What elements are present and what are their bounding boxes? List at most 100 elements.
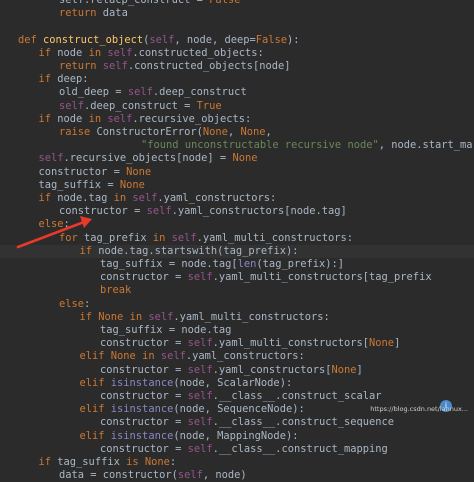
code-token: for [59,231,85,244]
code-token: .recursive_objects[node] = [63,152,233,165]
code-line[interactable]: if None in self.yaml_multi_constructors: [0,311,474,324]
code-line[interactable]: raise ConstructorError(None, None, [0,126,474,139]
code-line[interactable] [0,20,474,33]
code-token: self [187,271,213,284]
code-line[interactable]: elif isinstance(node, MappingNode): [0,430,474,443]
code-token: self [160,350,186,363]
code-token: "found unconstructable recursive node" [141,139,379,152]
code-token: self [107,112,133,125]
code-token: in [88,112,108,125]
code-token: ] [394,337,401,350]
code-token: False [255,33,288,46]
code-token: .deep_construct [152,86,247,99]
code-token: .constructed_objects[node] [127,60,291,72]
code-token: isinstance [110,429,174,442]
code-token: self [187,363,213,376]
code-line[interactable]: return self.constructed_objects[node] [0,60,474,73]
code-line[interactable]: constructor = self.yaml_multi_constructo… [0,271,474,284]
code-line[interactable]: tag_suffix = node.tag[len(tag_prefix):] [0,258,474,271]
code-line[interactable]: data = constructor(self, node) [0,469,474,482]
code-token: self [146,205,172,218]
code-line[interactable]: for tag_prefix in self.yaml_multi_constr… [0,232,474,245]
code-token: elif [79,403,111,416]
code-token: .__class__.construct_scalar [212,390,382,402]
code-token: if [38,192,58,204]
code-token: self [107,46,133,59]
code-token: if [79,310,99,323]
code-token: in [113,192,133,204]
code-line[interactable]: constructor = self.__class__.construct_m… [0,443,474,456]
code-token: tag_suffix = node.tag [100,324,232,336]
code-token: data = constructor( [59,469,178,482]
code-line[interactable]: def construct_object(self, node, deep=Fa… [0,34,474,47]
code-token: , node) [202,469,247,482]
code-token: None [98,310,130,323]
code-token: constructor = [100,442,188,455]
code-token: , node, deep= [174,33,256,46]
code-token: node [57,112,89,125]
code-line[interactable]: elif None in self.yaml_constructors: [0,350,474,363]
code-line[interactable]: self.retacp_construct = False [0,0,474,7]
code-line[interactable]: if node in self.recursive_objects: [0,113,474,126]
code-token: else [59,297,85,310]
code-token: self [187,416,213,429]
code-line[interactable]: tag_suffix = node.tag [0,324,474,337]
code-token: len [237,258,257,270]
code-token: .constructed_objects: [132,46,264,59]
code-line[interactable]: constructor = self.yaml_constructors[nod… [0,205,474,218]
code-line[interactable]: if deep: [0,73,474,86]
code-token: deep: [57,73,89,86]
code-token: data [102,7,128,20]
code-line[interactable]: self.recursive_objects[node] = None [0,152,474,165]
code-token: ] [356,363,363,376]
code-line[interactable]: break [0,284,474,297]
code-line[interactable]: elif isinstance(node, ScalarNode): [0,377,474,390]
code-token: None [110,350,143,363]
code-token: : [63,218,70,231]
code-token: self [171,231,197,244]
code-line[interactable]: constructor = self.yaml_constructors[Non… [0,364,474,377]
code-token: construct_object [43,33,144,46]
code-token: (node, SequenceNode): [173,403,305,416]
code-token: node.tag [57,192,114,204]
code-token: constructor = [100,363,188,376]
code-line[interactable]: return data [0,7,474,20]
code-token: = [196,0,210,6]
code-token: None [232,152,258,165]
code-line[interactable]: if tag_suffix is None: [0,456,474,469]
code-token: tag_prefix [84,231,153,244]
code-token: break [100,284,132,297]
code-token: in [152,231,172,244]
code-line[interactable]: constructor = self.yaml_multi_constructo… [0,337,474,350]
code-token: .deep_construct = [84,99,197,112]
code-token: tag_suffix = [38,178,120,191]
code-line[interactable]: constructor = self.__class__.construct_s… [0,416,474,429]
code-line[interactable]: self.deep_construct = True [0,100,474,113]
code-token: None [331,363,357,376]
code-token: None [126,165,152,178]
code-line[interactable]: if node.tag.startswith(tag_prefix): [0,244,474,258]
code-line[interactable]: constructor = self.__class__.construct_s… [0,390,474,403]
code-line[interactable]: else: [0,218,474,231]
code-line[interactable]: if node.tag in self.yaml_constructors: [0,192,474,205]
code-line[interactable]: constructor = None [0,166,474,179]
code-token: in [129,310,149,323]
code-token: constructor = [100,390,188,402]
code-token: old_deep = [59,86,128,99]
code-editor[interactable]: self.retacp_construct = False return data… [0,0,474,481]
code-token: in [142,350,161,363]
code-line[interactable]: old_deep = self.deep_construct [0,86,474,99]
code-line[interactable]: "found unconstructable recursive node", … [0,139,474,152]
code-line[interactable]: tag_suffix = None [0,179,474,192]
code-token: self [59,99,85,112]
code-token: isinstance [110,403,174,416]
code-token: None [240,126,266,138]
code-token: self.retacp_construct [59,0,197,6]
code-token: self [187,390,213,402]
code-token: elif [79,350,111,363]
code-line[interactable]: else: [0,298,474,311]
code-line[interactable]: if node in self.constructed_objects: [0,47,474,60]
code-token: self [149,33,175,46]
code-token: (tag_prefix):] [256,258,345,270]
code-token: if [38,112,58,125]
